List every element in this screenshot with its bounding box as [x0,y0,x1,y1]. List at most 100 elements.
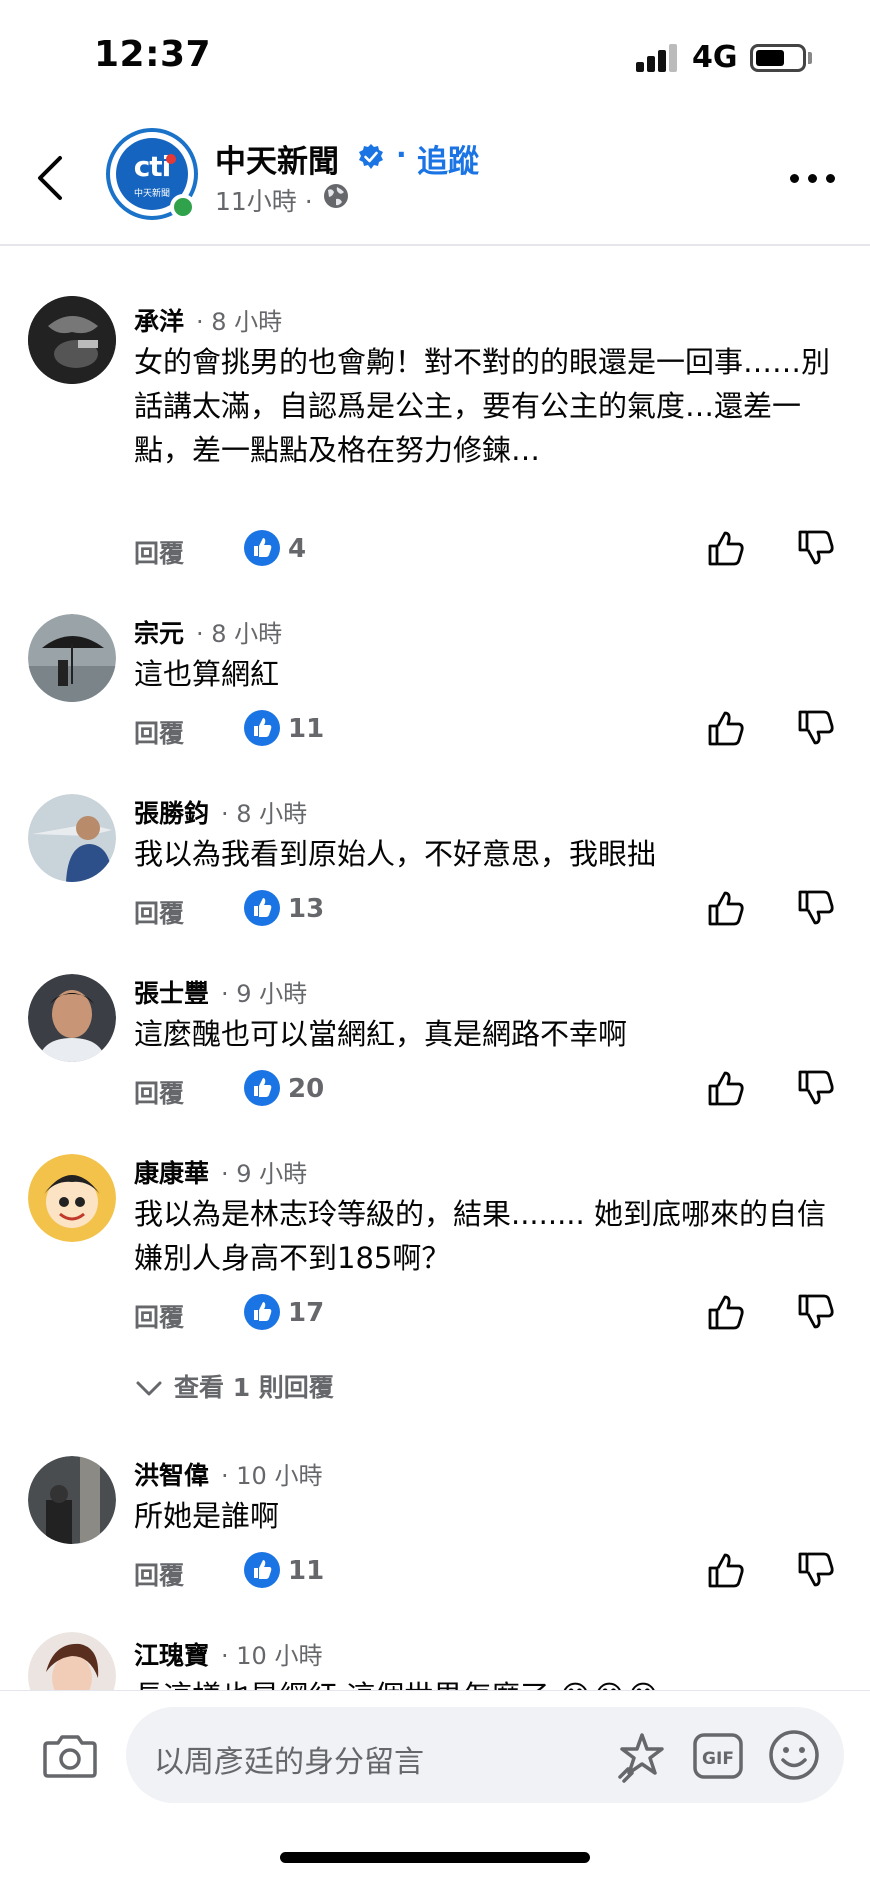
gif-button[interactable]: GIF [692,1731,744,1781]
sticker-button[interactable] [614,1729,670,1783]
like-reaction-icon [244,1070,280,1106]
thumbs-up-icon [708,1071,744,1106]
thumbs-up-icon [708,531,744,566]
comment: 洪智偉 · 10 小時 所她是誰啊 回覆 11 [0,1452,870,1602]
comment-text: 我以為我看到原始人，不好意思，我眼拙 [134,837,657,871]
avatar[interactable] [28,614,116,702]
status-bar: 12:37 4G [0,0,870,110]
avatar[interactable] [28,794,116,882]
view-replies-button[interactable]: 查看 1 則回覆 [134,1368,334,1404]
avatar[interactable] [28,1456,116,1544]
thumbs-up-icon [708,1553,744,1588]
like-reaction-icon [244,1552,280,1588]
comment-text: 所她是誰啊 [134,1499,280,1533]
chevron-down-icon [136,1381,162,1396]
thumbs-up-button[interactable] [704,886,748,930]
thumbs-up-icon [708,1295,744,1330]
thumbs-up-button[interactable] [704,1548,748,1592]
like-reaction-icon [244,890,280,926]
thumbs-down-icon [798,1070,834,1105]
reply-button[interactable]: 回覆 [134,1556,184,1592]
thumbs-up-button[interactable] [704,1066,748,1110]
reply-button[interactable]: 回覆 [134,714,184,750]
comment-actions: 回覆 20 [0,1064,870,1114]
sticker-icon [618,1733,664,1783]
svg-text:GIF: GIF [702,1749,734,1769]
thumbs-down-button[interactable] [794,1290,838,1334]
avatar[interactable] [28,1632,116,1690]
comment-actions: 回覆 13 [0,884,870,934]
online-status-dot [170,194,196,220]
comment-time: · 9 小時 [221,980,308,1008]
comment-time: · 8 小時 [196,620,283,648]
like-reaction-icon [244,530,280,566]
camera-button[interactable] [42,1731,98,1781]
globe-icon [324,184,348,208]
comment-time: · 10 小時 [221,1642,323,1670]
thumbs-up-button[interactable] [704,706,748,750]
comment: 張士豐 · 9 小時 這麼醜也可以當網紅，真是網路不幸啊 回覆 20 [0,970,870,1120]
commenter-name[interactable]: 洪智偉 · 10 小時 [134,1456,322,1492]
commenter-name[interactable]: 承洋 · 8 小時 [134,302,282,338]
comment-input-placeholder: 以周彥廷的身分留言 [154,1745,424,1780]
avatar[interactable] [28,296,116,384]
post-header: cti 中天新聞 中天新聞 · 追蹤 11小時 · [0,110,870,246]
thumbs-up-button[interactable] [704,526,748,570]
comment: 宗元 · 8 小時 這也算網紅 回覆 11 [0,610,870,760]
page-name[interactable]: 中天新聞 [215,136,339,181]
emoji-button[interactable] [766,1727,822,1783]
like-reaction-icon [244,1294,280,1330]
commenter-name[interactable]: 張士豐 · 9 小時 [134,974,307,1010]
status-time: 12:37 [94,34,212,75]
separator-dot: · [396,138,407,171]
reply-button[interactable]: 回覆 [134,1074,184,1110]
thumbs-down-button[interactable] [794,1548,838,1592]
avatar[interactable] [28,1154,116,1242]
thumbs-down-icon [798,530,834,565]
thumbs-down-icon [798,710,834,745]
comment-text: 我以為是林志玲等級的，結果........ 她到底哪來的自信嫌別人身高不到185… [134,1197,826,1275]
comment: 張勝鈞 · 8 小時 我以為我看到原始人，不好意思，我眼拙 回覆 13 [0,790,870,940]
comment-text: 這也算網紅 [134,657,280,691]
follow-button[interactable]: 追蹤 [417,136,479,181]
battery-icon [750,44,806,72]
network-type: 4G [692,40,738,75]
comment-actions: 回覆 11 [0,704,870,754]
comment-actions: 回覆 4 [0,524,870,574]
thumbs-up-icon [708,891,744,926]
thumbs-down-button[interactable] [794,526,838,570]
avatar[interactable] [28,974,116,1062]
more-options-button[interactable] [790,168,838,188]
comment-input[interactable]: 以周彥廷的身分留言 GIF [126,1707,844,1803]
comment-text: 長這樣也是網紅 這個世界怎麼了 😂😂😂 [134,1674,834,1690]
reply-button[interactable]: 回覆 [134,894,184,930]
cellular-signal-icon [636,44,680,72]
thumbs-down-button[interactable] [794,1066,838,1110]
comment: 承洋 · 8 小時 女的會挑男的也會齁！對不對的的眼還是一回事……別話講太滿，自認… [0,290,870,580]
thumbs-up-button[interactable] [704,1290,748,1334]
chevron-left-icon [38,156,62,200]
camera-icon [43,1735,97,1778]
thumbs-up-icon [708,711,744,746]
comment-text: 女的會挑男的也會齁！對不對的的眼還是一回事……別話講太滿，自認爲是公主，要有公主… [134,345,831,467]
commenter-name[interactable]: 康康華 · 9 小時 [134,1154,307,1190]
like-reaction-icon [244,710,280,746]
thumbs-down-icon [798,890,834,925]
thumbs-down-icon [798,1552,834,1587]
commenter-name[interactable]: 宗元 · 8 小時 [134,614,282,650]
comment-time: · 9 小時 [221,1160,308,1188]
gif-icon: GIF [693,1733,743,1779]
thumbs-down-button[interactable] [794,886,838,930]
commenter-name[interactable]: 江瑰寶 · 10 小時 [134,1636,322,1672]
home-indicator [280,1852,590,1863]
reply-button[interactable]: 回覆 [134,534,184,570]
smiley-icon [769,1730,819,1780]
back-button[interactable] [30,148,74,208]
thumbs-down-button[interactable] [794,706,838,750]
comment-text: 這麼醜也可以當網紅，真是網路不幸啊 [134,1017,628,1051]
post-time: 11小時 · [215,187,313,216]
reply-button[interactable]: 回覆 [134,1298,184,1334]
comment: 康康華 · 9 小時 我以為是林志玲等級的，結果........ 她到底哪來的自信… [0,1150,870,1420]
commenter-name[interactable]: 張勝鈞 · 8 小時 [134,794,307,830]
comment-actions: 回覆 11 [0,1546,870,1596]
